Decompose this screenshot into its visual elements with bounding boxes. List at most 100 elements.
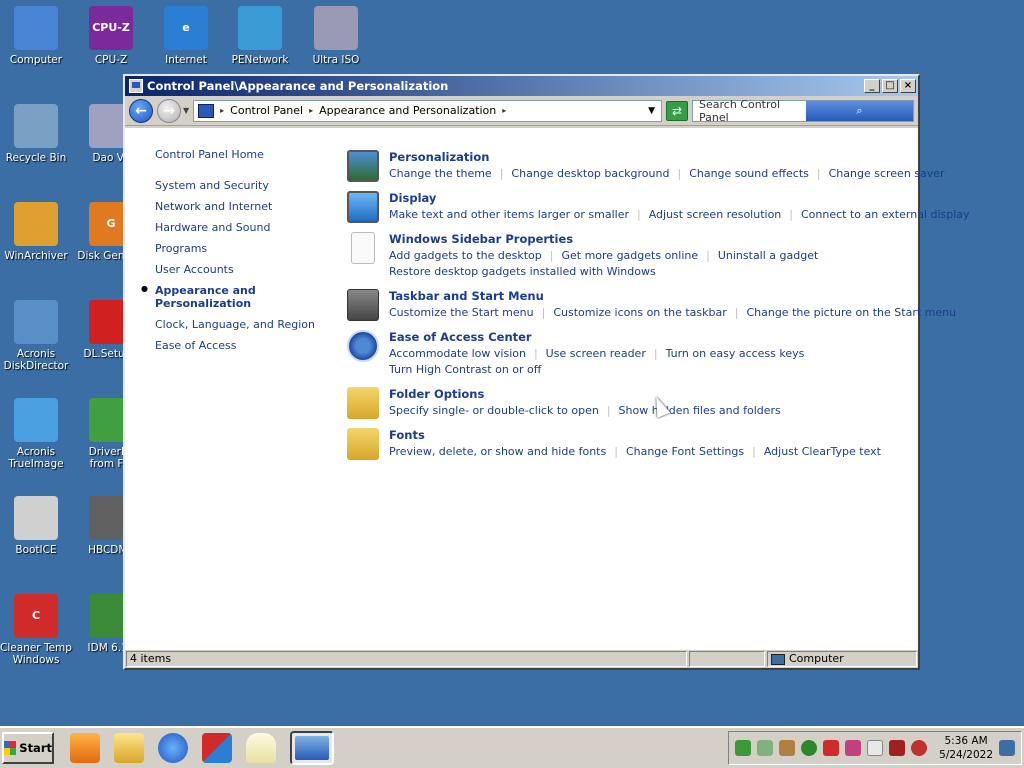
desktop-icon-penetwork[interactable]: PENetwork <box>224 6 296 66</box>
explorer-icon[interactable] <box>114 733 144 763</box>
desktop-icon-cpu-z[interactable]: CPU-Z CPU-Z <box>75 6 147 66</box>
desktop-icon-computer[interactable]: Computer <box>0 6 72 66</box>
minimize-button[interactable]: _ <box>864 79 880 93</box>
safely-remove-icon[interactable] <box>757 740 774 756</box>
desktop-icon-recycle-bin[interactable]: Recycle Bin <box>0 104 72 164</box>
chevron-right-icon[interactable]: ▸ <box>502 106 506 115</box>
media-player-icon[interactable] <box>70 733 100 763</box>
task-link[interactable]: Customize icons on the taskbar <box>553 306 726 319</box>
display-icon[interactable] <box>347 191 379 223</box>
task-link[interactable]: Change sound effects <box>689 167 809 180</box>
category-title[interactable]: Folder Options <box>389 387 907 401</box>
show-desktop-icon[interactable] <box>999 740 1015 756</box>
task-link[interactable]: Get more gadgets online <box>561 249 698 262</box>
tool-icon[interactable] <box>845 740 862 756</box>
task-link[interactable]: Make text and other items larger or smal… <box>389 208 629 221</box>
left-nav: Control Panel Home System and Security Ne… <box>141 148 325 360</box>
task-link[interactable]: Show hidden files and folders <box>619 404 781 417</box>
desktop-icon-label: Internet <box>165 54 207 66</box>
category-list: Personalization Change the theme | Change d… <box>347 150 970 469</box>
desktop-icon-acronis-trueimage[interactable]: Acronis TrueImage <box>0 398 72 470</box>
network-icon[interactable] <box>735 740 752 756</box>
left-nav-item-system-and-security[interactable]: System and Security <box>155 179 325 192</box>
search-input[interactable]: Search Control Panel ⌕ <box>692 98 914 124</box>
taskbar-control-panel-button[interactable] <box>290 731 334 765</box>
category-title[interactable]: Fonts <box>389 428 907 442</box>
volume-muted-icon[interactable] <box>911 740 928 756</box>
sidebar-icon[interactable] <box>351 232 375 264</box>
fonts-icon[interactable] <box>347 428 379 460</box>
task-link[interactable]: Adjust screen resolution <box>649 208 782 221</box>
category-title[interactable]: Taskbar and Start Menu <box>389 289 956 303</box>
ghost-icon[interactable] <box>246 733 276 763</box>
task-link[interactable]: Connect to an external display <box>801 208 970 221</box>
breadcrumb-control-panel[interactable]: Control Panel <box>230 104 303 117</box>
left-nav-item-ease-of-access[interactable]: Ease of Access <box>155 339 325 352</box>
task-link[interactable]: Turn High Contrast on or off <box>389 363 541 376</box>
close-button[interactable]: × <box>900 79 916 93</box>
desktop-icon-winarchiver[interactable]: WinArchiver <box>0 202 72 262</box>
forward-button[interactable]: → <box>157 98 181 123</box>
task-link[interactable]: Change Font Settings <box>626 445 744 458</box>
refresh-button[interactable]: ⇄ <box>666 100 688 121</box>
clock[interactable]: 5:36 AM 5/24/2022 <box>939 734 993 762</box>
task-link[interactable]: Customize the Start menu <box>389 306 534 319</box>
category-title[interactable]: Display <box>389 191 970 205</box>
desktop-icon-ultra-iso[interactable]: Ultra ISO <box>300 6 372 66</box>
ease-of-access-icon[interactable] <box>347 330 379 362</box>
unikey-icon[interactable] <box>202 733 232 763</box>
breadcrumb[interactable]: ▸ Control Panel ▸ Appearance and Persona… <box>193 99 662 122</box>
desktop-icon-label: PENetwork <box>231 54 289 66</box>
desktop-icon-label: BootICE <box>15 544 57 556</box>
status-location: Computer <box>767 651 917 667</box>
left-nav-item-programs[interactable]: Programs <box>155 242 325 255</box>
left-nav-item-clock-language-and-region[interactable]: Clock, Language, and Region <box>155 318 325 331</box>
link-separator: | <box>541 306 546 319</box>
monitor-icon[interactable] <box>889 740 906 756</box>
search-icon[interactable]: ⌕ <box>806 100 913 121</box>
play-icon[interactable] <box>801 740 818 756</box>
desktop-icon-label: CPU-Z <box>94 54 128 66</box>
star-icon[interactable] <box>823 740 840 756</box>
task-link[interactable]: Add gadgets to the desktop <box>389 249 542 262</box>
address-dropdown-icon[interactable]: ▼ <box>648 106 655 116</box>
internet-explorer-icon[interactable] <box>158 733 188 763</box>
taskbar-icon[interactable] <box>347 289 379 321</box>
task-link[interactable]: Change the picture on the Start menu <box>746 306 956 319</box>
folder-options-icon[interactable] <box>347 387 379 419</box>
task-link[interactable]: Change the theme <box>389 167 492 180</box>
desktop-icon-acronis-diskdirector[interactable]: Acronis DiskDirector <box>0 300 72 372</box>
flag-icon[interactable] <box>867 740 884 756</box>
category-title[interactable]: Ease of Access Center <box>389 330 907 344</box>
title-bar[interactable]: Control Panel\Appearance and Personaliza… <box>125 76 918 96</box>
maximize-button[interactable]: □ <box>882 79 898 93</box>
task-link[interactable]: Uninstall a gadget <box>718 249 818 262</box>
back-button[interactable]: ← <box>129 98 153 123</box>
task-link[interactable]: Specify single- or double-click to open <box>389 404 599 417</box>
left-nav-item-user-accounts[interactable]: User Accounts <box>155 263 325 276</box>
history-dropdown-icon[interactable]: ▼ <box>183 106 189 115</box>
desktop-icon-internet[interactable]: e Internet <box>150 6 222 66</box>
left-nav-item-appearance-and-personalization[interactable]: Appearance and Personalization <box>141 284 325 310</box>
left-nav-item-hardware-and-sound[interactable]: Hardware and Sound <box>155 221 325 234</box>
task-link[interactable]: Restore desktop gadgets installed with W… <box>389 265 656 278</box>
personalization-icon[interactable] <box>347 150 379 182</box>
task-link[interactable]: Accommodate low vision <box>389 347 526 360</box>
start-button[interactable]: Start <box>2 732 54 764</box>
category-title[interactable]: Windows Sidebar Properties <box>389 232 907 246</box>
task-link[interactable]: Preview, delete, or show and hide fonts <box>389 445 606 458</box>
task-link[interactable]: Use screen reader <box>546 347 646 360</box>
stack-icon[interactable] <box>779 740 796 756</box>
desktop-icon-bootice[interactable]: BootICE <box>0 496 72 556</box>
task-link[interactable]: Change screen saver <box>829 167 945 180</box>
task-link[interactable]: Adjust ClearType text <box>764 445 881 458</box>
chevron-right-icon[interactable]: ▸ <box>220 106 224 115</box>
breadcrumb-appearance[interactable]: Appearance and Personalization <box>319 104 496 117</box>
task-link[interactable]: Turn on easy access keys <box>666 347 805 360</box>
chevron-right-icon[interactable]: ▸ <box>309 106 313 115</box>
control-panel-home-link[interactable]: Control Panel Home <box>155 148 325 161</box>
left-nav-item-network-and-internet[interactable]: Network and Internet <box>155 200 325 213</box>
desktop-icon-cleaner-temp-windows[interactable]: C Cleaner Temp Windows <box>0 594 72 666</box>
task-link[interactable]: Change desktop background <box>511 167 669 180</box>
category-title[interactable]: Personalization <box>389 150 945 164</box>
